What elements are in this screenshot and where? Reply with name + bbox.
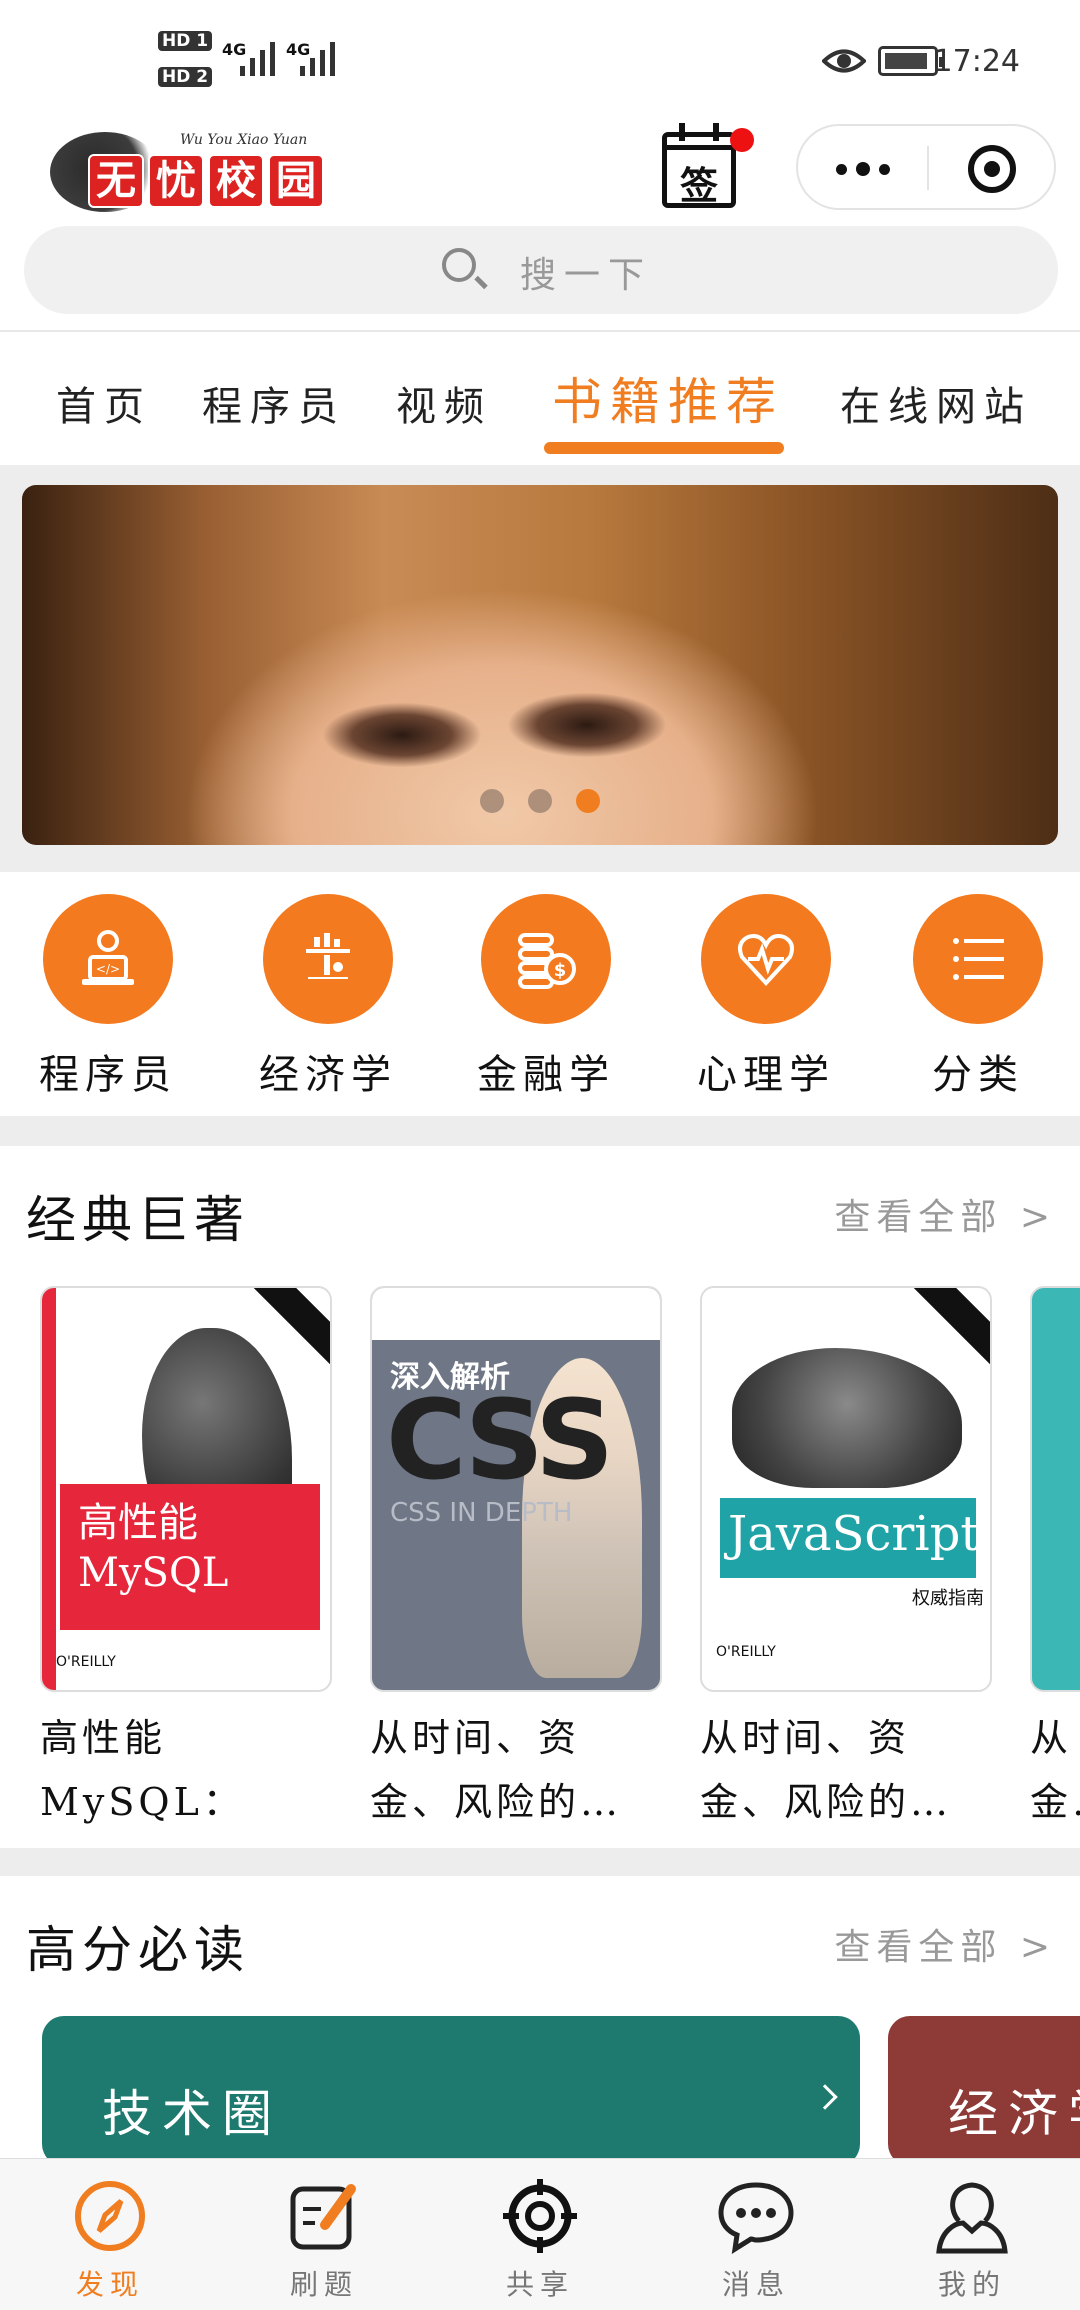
signal-icon-2 [300,42,335,76]
sim2-indicator: HD 2 [158,66,213,87]
logo: Wu You Xiao Yuan 无 忧 校 园 [50,120,324,220]
view-all-link[interactable]: 查看全部 > [834,1188,1056,1240]
book-title: 从时间、资金、风险的… [370,1716,623,1824]
miniprogram-capsule [796,124,1056,210]
tab-book-recommend[interactable]: 书籍推荐 [552,362,784,434]
book-cover: 深入解析 CSS CSS IN DEPTH [370,1286,662,1692]
search-placeholder: 搜一下 [520,255,653,296]
programmer-icon: </> [82,930,134,985]
signin-label: 签 [679,163,718,208]
section-title: 经典巨著 [26,1191,250,1249]
nav-messages[interactable]: 消息 [676,2177,836,2303]
banner-carousel[interactable] [22,485,1058,845]
more-icon[interactable] [836,162,890,176]
signal-icon [240,42,275,76]
category-finance[interactable]: $ 金融学 [456,894,636,1100]
signin-button[interactable]: 签 [662,123,736,208]
status-bar: HD 1 HD 2 4G 4G 17:24 [0,0,1080,110]
nav-profile[interactable]: 我的 [892,2177,1052,2303]
active-tab-indicator [544,442,784,454]
sim1-indicator: HD 1 [158,30,213,51]
book-cover: JavaScript 权威指南 O'REILLY [700,1286,992,1692]
book-item[interactable]: 深入解析 CSS CSS IN DEPTH 从时间、资金、风险的… [370,1286,662,1834]
clock: 17:24 [933,44,1020,79]
book-title: 从时间、资金、风险的… [700,1716,953,1824]
book-title: 从金… [1030,1716,1080,1824]
nav-practice[interactable]: 刷题 [244,2177,404,2303]
close-target-icon[interactable] [968,145,1016,193]
category-tabs: 首页 程序员 视频 书籍推荐 在线网站 [0,330,1080,465]
compass-icon [71,2177,149,2255]
book-item[interactable]: 从金… [1030,1286,1080,1834]
book-item[interactable]: JavaScript 权威指南 O'REILLY 从时间、资金、风险的… [700,1286,992,1834]
chat-icon [717,2177,795,2255]
nav-discover[interactable]: 发现 [30,2177,190,2303]
category-grid: </> 程序员 经济学 $ 金融学 心理学 分类 [0,872,1080,1116]
list-icon [953,938,1004,980]
category-psychology[interactable]: 心理学 [676,894,856,1100]
chevron-right-icon [812,2084,838,2110]
user-icon [933,2177,1011,2255]
category-economics[interactable]: 经济学 [238,894,418,1100]
book-title: 高性能MySQL：第… [40,1716,245,1824]
tab-video[interactable]: 视频 [396,374,492,432]
notification-badge [730,128,754,152]
psychology-icon [738,934,794,986]
svg-text:</>: </> [96,962,120,976]
carousel-dot [528,789,552,813]
book-cover [1030,1286,1080,1692]
section-title: 高分必读 [26,1921,250,1979]
view-all-link[interactable]: 查看全部 > [834,1918,1056,1970]
share-target-icon [501,2177,579,2255]
header: Wu You Xiao Yuan 无 忧 校 园 签 搜一下 [0,110,1080,330]
svg-text:$: $ [554,960,567,981]
economics-icon [306,933,350,979]
search-bar[interactable]: 搜一下 [24,226,1058,314]
carousel-dot-active [576,789,600,813]
economics-circle-card[interactable]: 经济学 [888,2016,1080,2158]
edit-icon [285,2177,363,2255]
carousel-dot [480,789,504,813]
category-programmer[interactable]: </> 程序员 [18,894,198,1100]
must-read-section: 高分必读 查看全部 > 技术圈 经济学 [0,1876,1080,2158]
nav-share[interactable]: 共享 [460,2177,620,2303]
search-icon [442,248,476,282]
tab-home[interactable]: 首页 [56,374,152,432]
tech-circle-card[interactable]: 技术圈 [42,2016,860,2158]
eye-icon [821,46,867,76]
finance-icon: $ [518,933,576,989]
tab-online-sites[interactable]: 在线网站 [840,374,1032,432]
category-all[interactable]: 分类 [888,894,1068,1100]
book-item[interactable]: 高性能MySQL O'REILLY 高性能MySQL：第… [40,1286,332,1834]
tab-programmer[interactable]: 程序员 [202,374,346,432]
bottom-navigation: 发现 刷题 共享 消息 我的 [0,2158,1080,2310]
book-cover: 高性能 MySQL O'REILLY [40,1286,332,1692]
carousel-indicators [22,789,1058,813]
classic-books-section: 经典巨著 查看全部 > 高性能MySQL O'REILLY 高性能MySQL：第… [0,1146,1080,1848]
battery-icon [878,46,944,76]
